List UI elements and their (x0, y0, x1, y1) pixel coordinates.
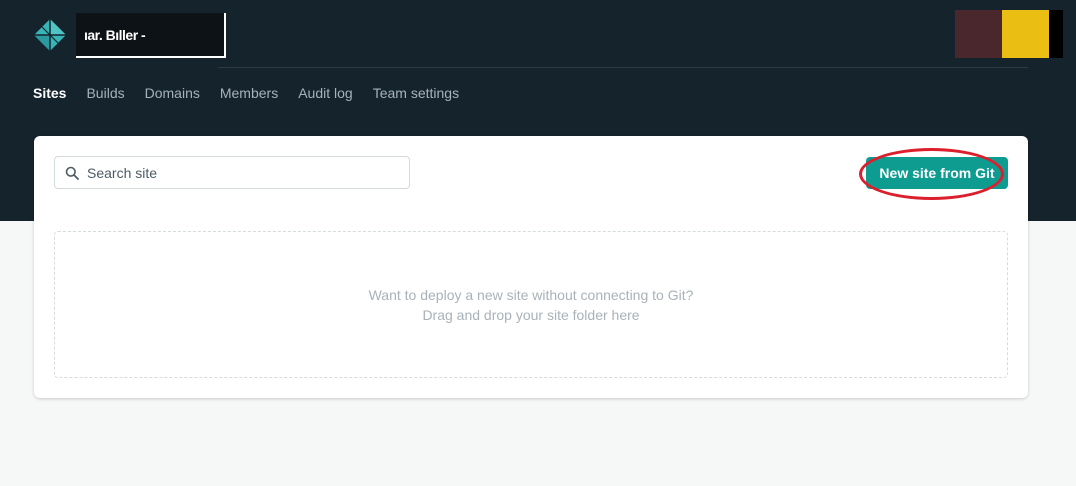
tab-sites[interactable]: Sites (33, 84, 66, 102)
tab-domains[interactable]: Domains (145, 84, 200, 102)
team-nav: Sites Builds Domains Members Audit log T… (33, 84, 479, 102)
user-avatar[interactable] (955, 10, 1063, 58)
team-name[interactable]: ıar. Bıller - (76, 13, 226, 58)
search-input[interactable] (87, 164, 387, 181)
search-icon (65, 166, 79, 180)
header-divider (218, 67, 1028, 68)
avatar-block (1002, 10, 1049, 58)
tab-team-settings[interactable]: Team settings (373, 84, 459, 102)
tab-audit-log[interactable]: Audit log (298, 84, 352, 102)
sites-card: New site from Git Want to deploy a new s… (34, 136, 1028, 398)
avatar-block (1049, 10, 1063, 58)
dropzone-line-1: Want to deploy a new site without connec… (368, 286, 694, 303)
new-site-from-git-button[interactable]: New site from Git (866, 157, 1008, 189)
search-box[interactable] (54, 156, 410, 189)
tab-builds[interactable]: Builds (86, 84, 124, 102)
netlify-logo-icon[interactable] (33, 18, 67, 52)
avatar-block (955, 10, 1002, 58)
dropzone-line-2: Drag and drop your site folder here (422, 306, 640, 323)
drop-zone[interactable]: Want to deploy a new site without connec… (54, 231, 1008, 378)
tab-members[interactable]: Members (220, 84, 278, 102)
